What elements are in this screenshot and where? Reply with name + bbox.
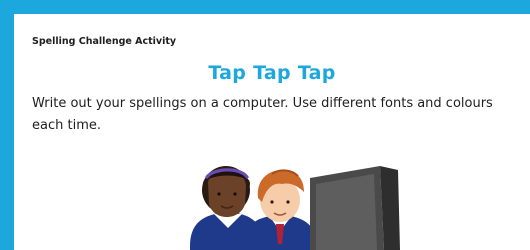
children-at-computer-illustration	[190, 166, 400, 250]
activity-sheet: Spelling Challenge Activity Tap Tap Tap …	[14, 14, 530, 250]
boy-figure	[240, 169, 320, 250]
computer-monitor	[310, 166, 400, 250]
